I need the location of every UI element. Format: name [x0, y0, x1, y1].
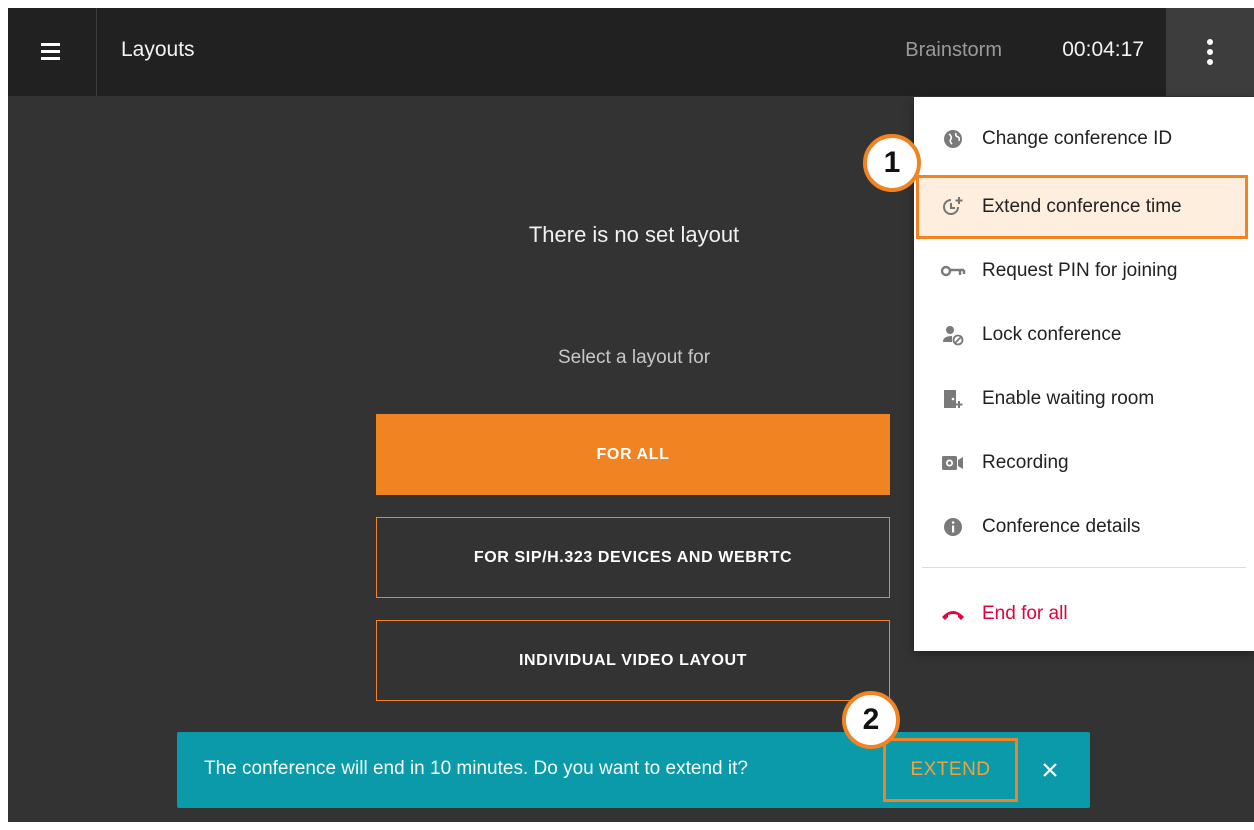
menu-item-label: Request PIN for joining [982, 260, 1178, 281]
app-window: Layouts Brainstorm 00:04:17 There is no … [8, 8, 1254, 822]
more-options-button[interactable] [1166, 8, 1254, 96]
menu-item-label: Recording [982, 452, 1069, 473]
top-bar: Layouts Brainstorm 00:04:17 [8, 8, 1254, 96]
menu-item-recording[interactable]: Recording [914, 431, 1254, 495]
more-vertical-icon [1207, 39, 1213, 65]
select-layout-label: Select a layout for [557, 347, 711, 368]
menu-item-label: End for all [982, 603, 1068, 624]
conference-options-menu: Change conference ID Extend conference t… [914, 97, 1254, 651]
individual-video-layout-button[interactable]: INDIVIDUAL VIDEO LAYOUT [376, 620, 890, 701]
menu-item-end-for-all[interactable]: End for all [914, 582, 1254, 646]
menu-item-label: Extend conference time [982, 196, 1182, 217]
info-icon [940, 514, 966, 540]
hang-up-phone-icon [940, 601, 966, 627]
menu-item-extend-conference-time[interactable]: Extend conference time [916, 175, 1248, 239]
menu-item-conference-details[interactable]: Conference details [914, 495, 1254, 559]
key-icon [940, 258, 966, 284]
globe-icon [940, 126, 966, 152]
menu-item-label: Conference details [982, 516, 1141, 537]
conference-ending-snackbar: The conference will end in 10 minutes. D… [177, 732, 1090, 808]
door-enter-icon [940, 386, 966, 412]
step-callout-1: 1 [863, 134, 921, 192]
no-layout-message: There is no set layout [528, 222, 740, 247]
menu-item-label: Lock conference [982, 324, 1122, 345]
close-icon [1043, 763, 1057, 777]
menu-item-enable-waiting-room[interactable]: Enable waiting room [914, 367, 1254, 431]
snackbar-close-button[interactable] [1034, 754, 1066, 786]
step-callout-2: 2 [842, 691, 900, 749]
layout-for-all-button[interactable]: FOR ALL [376, 414, 890, 495]
menu-item-lock-conference[interactable]: Lock conference [914, 303, 1254, 367]
clock-plus-icon [940, 194, 966, 220]
snackbar-message: The conference will end in 10 minutes. D… [204, 758, 748, 779]
menu-divider [922, 567, 1246, 568]
menu-item-label: Enable waiting room [982, 388, 1155, 409]
extend-button[interactable]: EXTEND [883, 738, 1018, 802]
menu-item-request-pin[interactable]: Request PIN for joining [914, 239, 1254, 303]
menu-item-label: Change conference ID [982, 128, 1173, 149]
menu-item-change-conference-id[interactable]: Change conference ID [914, 107, 1254, 171]
page-title: Layouts [121, 38, 195, 61]
conference-timer: 00:04:17 [1062, 38, 1144, 61]
hamburger-icon [41, 43, 60, 60]
hamburger-menu-button[interactable] [8, 8, 97, 96]
conference-name: Brainstorm [905, 39, 1002, 61]
layout-sip-webrtc-button[interactable]: FOR SIP/H.323 DEVICES AND WEBRTC [376, 517, 890, 598]
lock-user-icon [940, 322, 966, 348]
video-camera-icon [940, 450, 966, 476]
